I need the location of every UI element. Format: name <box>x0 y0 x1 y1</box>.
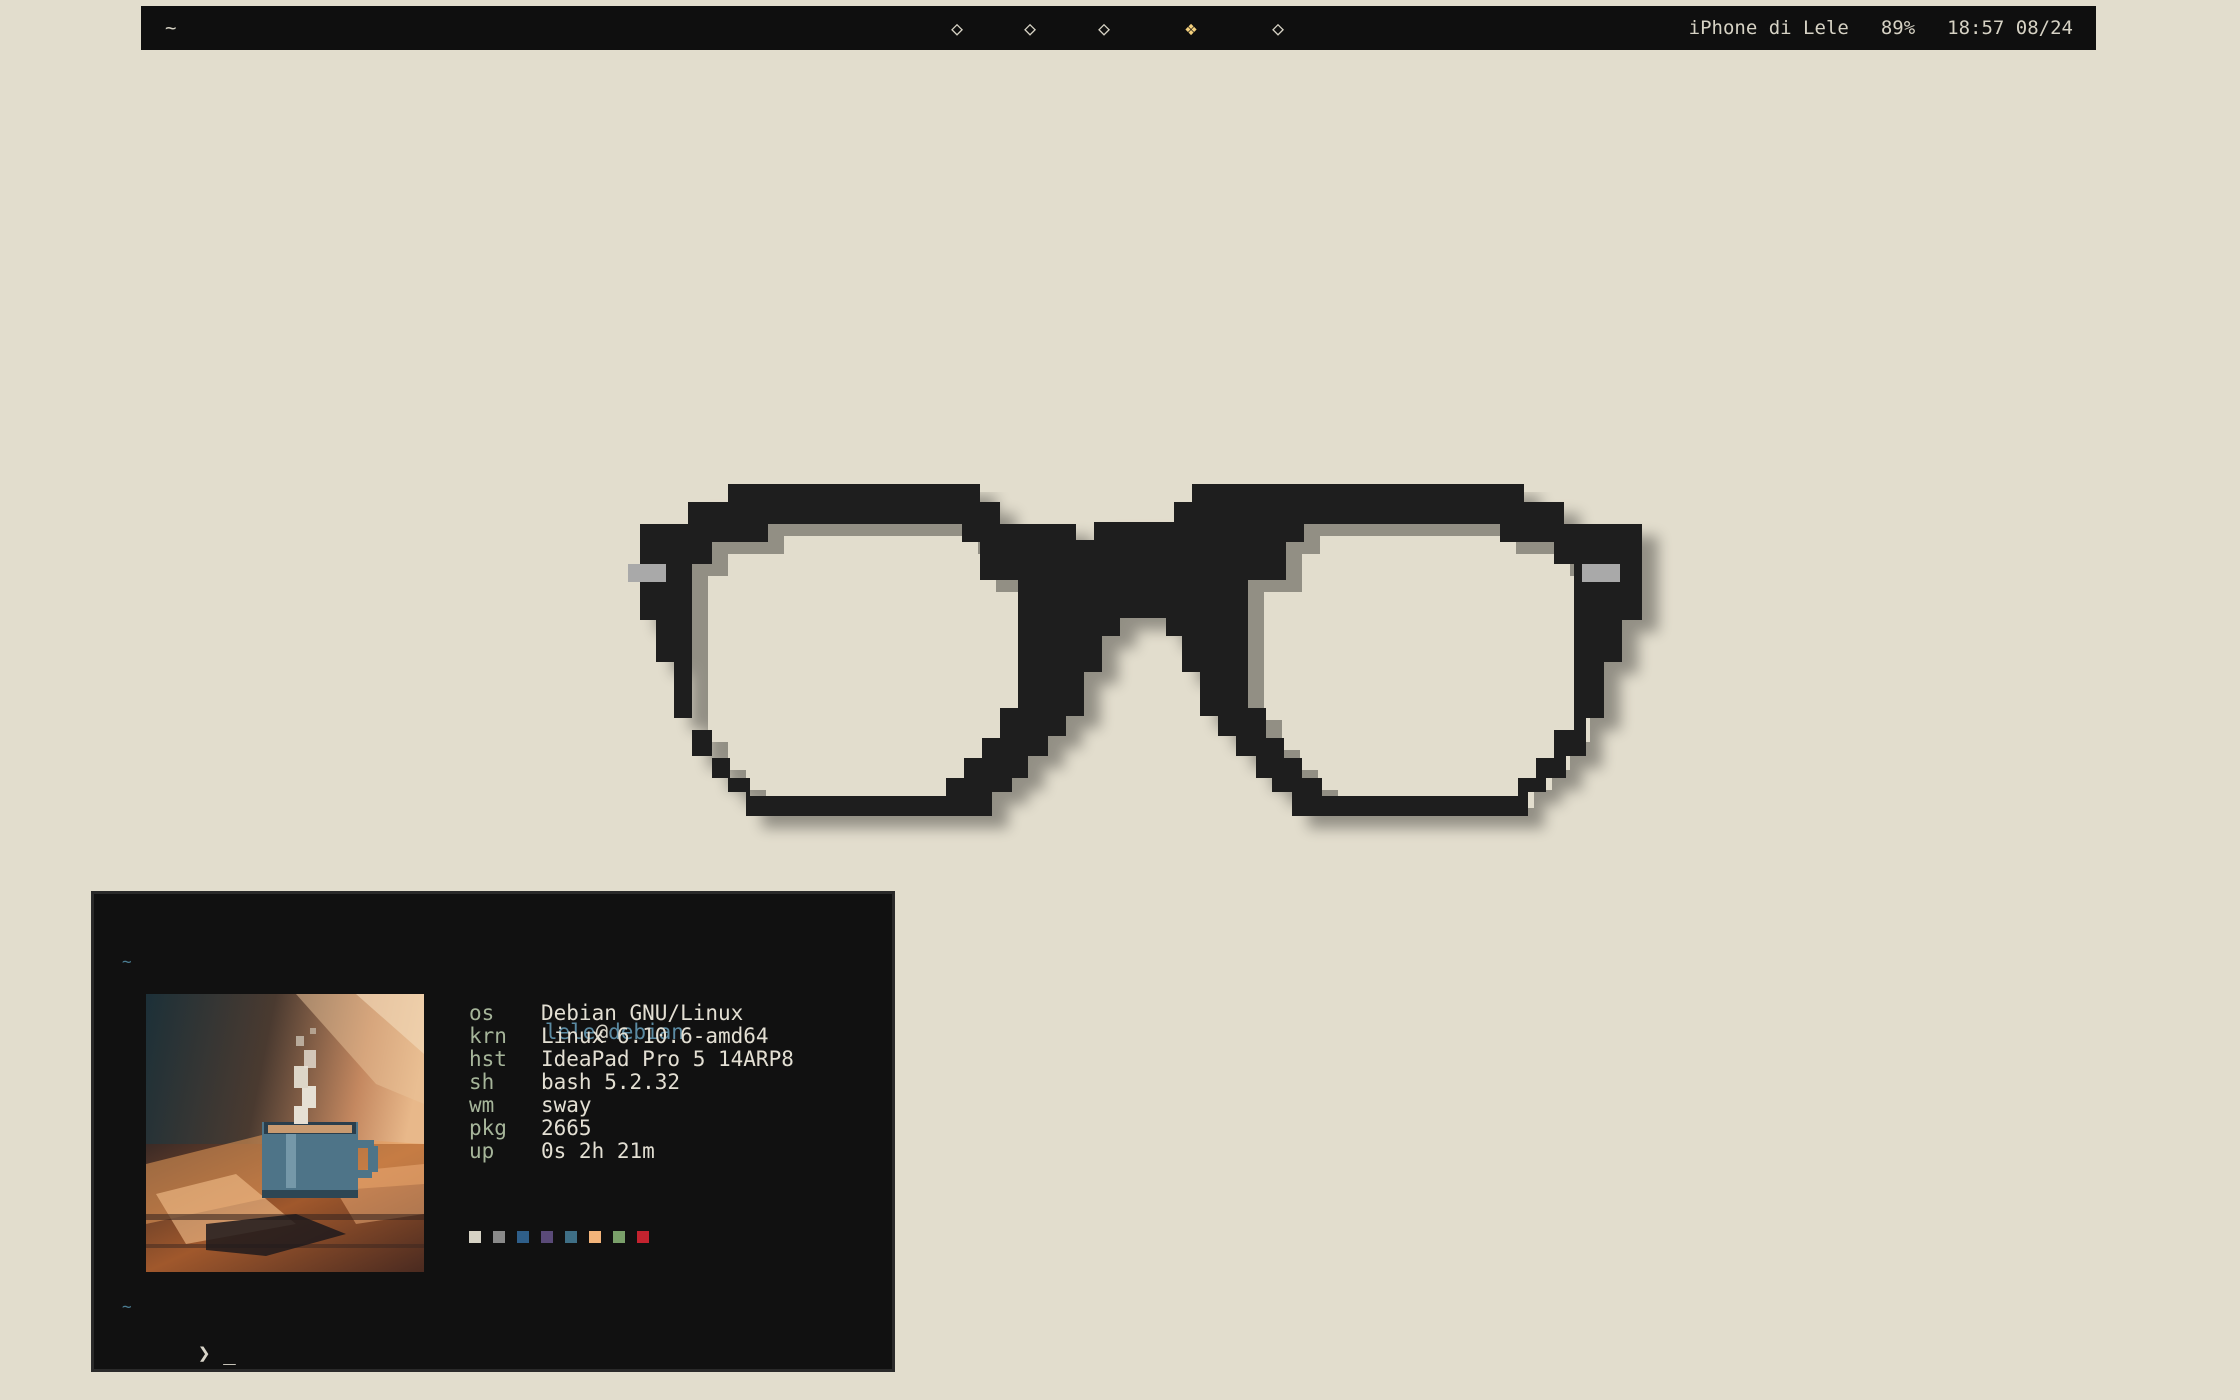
system-info-list: os Debian GNU/Linux krn Linux 6.10.6-amd64 h… <box>469 974 869 1234</box>
info-key: sh <box>469 1070 495 1094</box>
info-value: bash 5.2.32 <box>541 1070 681 1094</box>
info-key: pkg <box>469 1116 507 1140</box>
palette-swatch <box>493 1231 505 1243</box>
info-key: up <box>469 1139 495 1163</box>
info-row-up: up 0s 2h 21m <box>469 1139 869 1163</box>
info-row-hst: hst IdeaPad Pro 5 14ARP8 <box>469 1047 869 1071</box>
color-palette <box>469 1231 649 1243</box>
palette-swatch <box>517 1231 529 1243</box>
palette-swatch <box>637 1231 649 1243</box>
info-key: wm <box>469 1093 495 1117</box>
device-status[interactable]: iPhone di Lele <box>1689 17 1849 39</box>
info-value: IdeaPad Pro 5 14ARP8 <box>541 1047 794 1071</box>
workspace-1-icon[interactable]: ◇ <box>951 16 963 40</box>
info-key: os <box>469 1001 495 1025</box>
battery-status: 89% <box>1880 17 1916 39</box>
palette-swatch <box>469 1231 481 1243</box>
info-value: 2665 <box>541 1116 592 1140</box>
left-hinge-icon <box>628 564 666 582</box>
coffee-cup-image <box>146 994 424 1272</box>
info-row-wm: wm sway <box>469 1093 869 1117</box>
clock: 18:57 08/24 <box>1947 17 2073 39</box>
status-area: iPhone di Lele 89% 18:57 08/24 <box>1689 17 2073 39</box>
cwd-tilde: ~ <box>122 952 132 971</box>
palette-swatch <box>589 1231 601 1243</box>
workspace-4-icon[interactable]: ❖ <box>1185 16 1197 40</box>
current-directory-label: ~ <box>165 17 177 39</box>
palette-swatch <box>613 1231 625 1243</box>
terminal-window[interactable]: ~ ❯ fastfetch <box>91 891 895 1372</box>
info-row-sh: sh bash 5.2.32 <box>469 1070 869 1094</box>
prompt-arrow-2-icon: ❯ <box>197 1341 211 1365</box>
info-value: 0s 2h 21m <box>541 1139 655 1163</box>
cwd-tilde-2: ~ <box>122 1297 132 1316</box>
text-cursor[interactable]: _ <box>223 1341 236 1365</box>
right-hinge-icon <box>1582 564 1620 582</box>
desktop: ~ ◇ ◇ ◇ ❖ ◇ iPhone di Lele 89% 18:57 08/… <box>0 0 2240 1400</box>
info-value: Debian GNU/Linux <box>541 1001 744 1025</box>
workspace-2-icon[interactable]: ◇ <box>1024 16 1036 40</box>
top-bar: ~ ◇ ◇ ◇ ❖ ◇ iPhone di Lele 89% 18:57 08/… <box>141 6 2096 50</box>
workspace-5-icon[interactable]: ◇ <box>1272 16 1284 40</box>
glasses-wallpaper-icon <box>628 484 1658 828</box>
palette-swatch <box>565 1231 577 1243</box>
info-row-krn: krn Linux 6.10.6-amd64 <box>469 1024 869 1048</box>
info-key: hst <box>469 1047 507 1071</box>
info-value: sway <box>541 1093 592 1117</box>
info-row-os: os Debian GNU/Linux <box>469 1001 869 1025</box>
prompt-line: ❯ _ <box>122 1317 236 1389</box>
info-row-pkg: pkg 2665 <box>469 1116 869 1140</box>
info-key: krn <box>469 1024 507 1048</box>
palette-swatch <box>541 1231 553 1243</box>
info-value: Linux 6.10.6-amd64 <box>541 1024 769 1048</box>
workspace-3-icon[interactable]: ◇ <box>1098 16 1110 40</box>
